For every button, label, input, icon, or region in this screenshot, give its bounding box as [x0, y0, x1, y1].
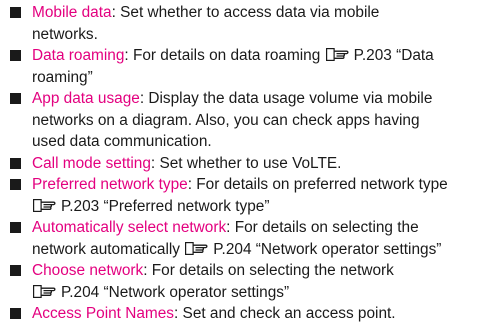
- item-term: Automatically select network: [32, 219, 227, 236]
- item-term: App data usage: [32, 90, 140, 107]
- square-bullet-icon: [10, 7, 21, 18]
- item-term: Access Point Names: [32, 305, 174, 322]
- list-item-call-mode-setting: Call mode setting: Set whether to use Vo…: [9, 153, 487, 175]
- item-description: : Set and check an access point.: [174, 305, 396, 322]
- item-description: : Set whether to access data via mobile: [111, 4, 380, 21]
- square-bullet-icon: [10, 179, 21, 190]
- square-bullet-icon: [10, 93, 21, 104]
- item-description: : For details on preferred network type: [187, 176, 448, 193]
- reference-hand-icon: [185, 241, 211, 255]
- item-description: networks on a diagram. Also, you can che…: [32, 111, 420, 129]
- list-item-app-data-usage: App data usage: Display the data usage v…: [9, 88, 487, 153]
- reference-hand-icon: [33, 198, 59, 212]
- list-item-automatically-select-network: Automatically select network: For detail…: [9, 217, 487, 260]
- item-description: : Display the data usage volume via mobi…: [139, 90, 433, 107]
- item-term: Data roaming: [32, 47, 125, 64]
- square-bullet-icon: [10, 50, 21, 61]
- list-item-choose-network: Choose network: For details on selecting…: [9, 260, 487, 303]
- list-item-access-point-names: Access Point Names: Set and check an acc…: [9, 303, 487, 325]
- item-description: used data communication.: [32, 133, 212, 150]
- list-item-data-roaming: Data roaming: For details on data roamin…: [9, 45, 487, 88]
- page-reference: P.203 “Preferred network type”: [61, 197, 270, 215]
- settings-description-list: Mobile data: Set whether to access data …: [9, 2, 487, 325]
- list-item-preferred-network-type: Preferred network type: For details on p…: [9, 174, 487, 217]
- list-item-mobile-data: Mobile data: Set whether to access data …: [9, 2, 487, 45]
- page-reference: P.204 “Network operator settings”: [213, 240, 442, 258]
- item-description: : For details on selecting the network: [143, 262, 394, 279]
- item-term: Preferred network type: [32, 176, 188, 193]
- square-bullet-icon: [10, 308, 21, 319]
- item-description: network automatically: [32, 240, 180, 258]
- square-bullet-icon: [10, 265, 21, 276]
- item-description: : For details on selecting the: [226, 219, 419, 236]
- item-term: Call mode setting: [32, 154, 151, 172]
- item-description: : For details on data roaming: [124, 47, 321, 64]
- item-description: : Set whether to use VoLTE.: [150, 154, 342, 172]
- page-reference: P.203 “Data: [353, 47, 434, 64]
- reference-hand-icon: [33, 284, 59, 298]
- square-bullet-icon: [10, 222, 21, 233]
- item-term: Choose network: [32, 262, 144, 279]
- item-description: networks.: [32, 25, 98, 43]
- square-bullet-icon: [10, 157, 21, 169]
- item-term: Mobile data: [32, 4, 112, 21]
- reference-hand-icon: [325, 48, 352, 61]
- page-reference: P.204 “Network operator settings”: [61, 283, 290, 301]
- item-description: roaming”: [32, 68, 93, 86]
